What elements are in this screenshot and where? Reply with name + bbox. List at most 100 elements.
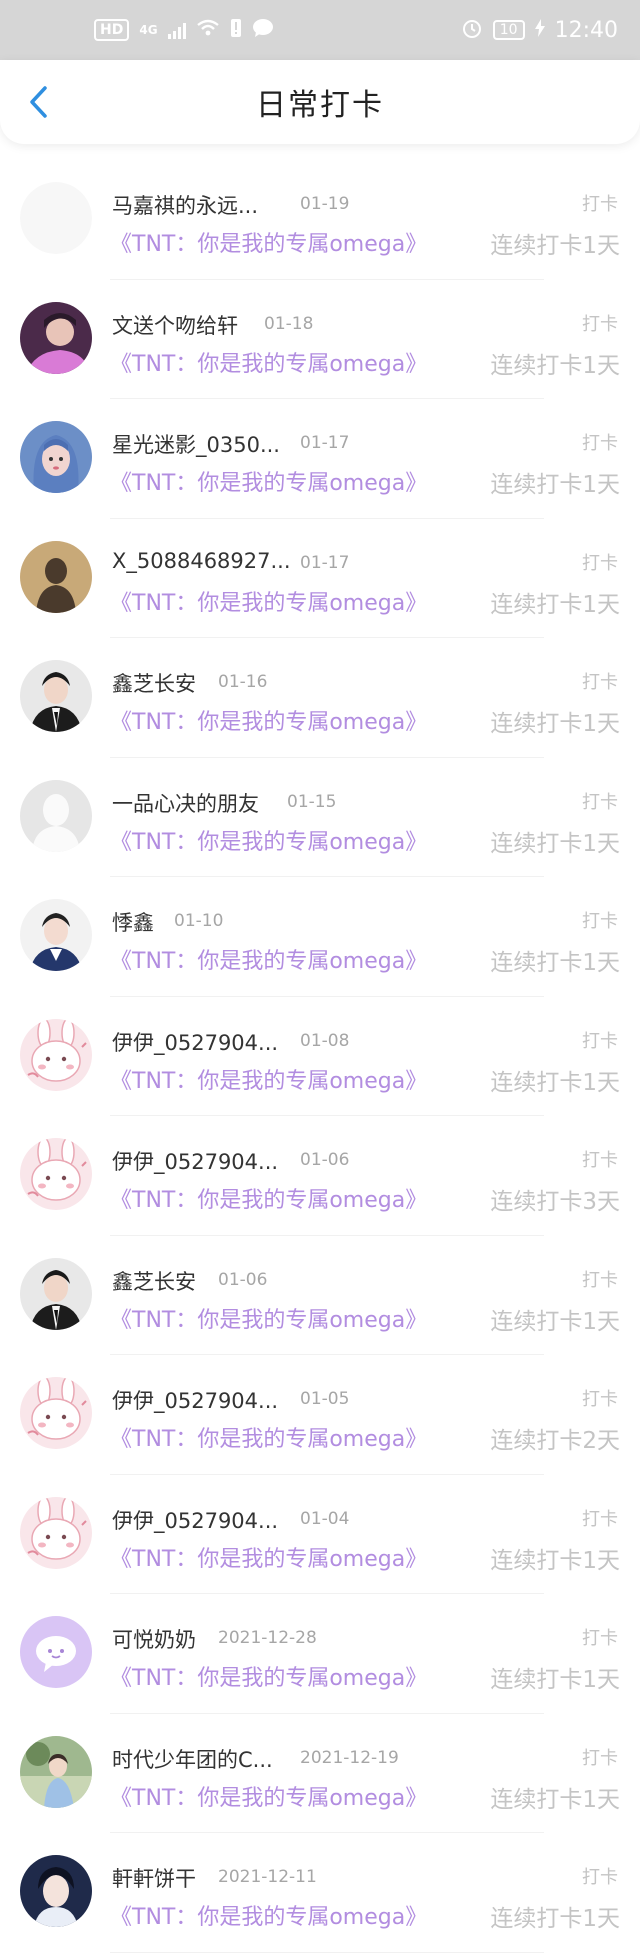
- checkin-type: 打卡: [582, 1628, 618, 1649]
- avatar[interactable]: [20, 1616, 92, 1688]
- network-type: 4G: [139, 23, 158, 37]
- avatar[interactable]: [20, 1735, 92, 1808]
- streak-count: 连续打卡1天: [490, 1906, 620, 1932]
- checkin-date: 01-06: [218, 1269, 268, 1290]
- nav-header: 日常打卡: [0, 60, 640, 144]
- checkin-date: 01-06: [300, 1150, 350, 1170]
- streak-count: 连续打卡1天: [490, 1786, 620, 1813]
- checkin-date: 2021-12-28: [218, 1628, 317, 1648]
- chat-icon: [252, 18, 274, 43]
- book-title[interactable]: 《TNT：你是我的专属omega》: [110, 226, 427, 258]
- avatar[interactable]: [20, 899, 92, 971]
- streak-count: 连续打卡2天: [490, 1428, 620, 1454]
- checkin-date: 2021-12-11: [218, 1867, 317, 1887]
- checkin-type: 打卡: [582, 672, 618, 693]
- book-title[interactable]: 《TNT：你是我的专属omega》: [110, 824, 427, 856]
- alarm-icon: [461, 17, 483, 44]
- list-item[interactable]: 文送个吻给轩 01-18 《TNT：你是我的专属omega》 打卡 连续打卡1天: [0, 280, 640, 400]
- avatar[interactable]: [20, 1377, 92, 1449]
- checkin-type: 打卡: [582, 911, 618, 932]
- avatar[interactable]: [20, 1257, 92, 1330]
- streak-count: 连续打卡1天: [490, 1308, 620, 1335]
- streak-count: 连续打卡1天: [490, 830, 620, 857]
- avatar[interactable]: [20, 1018, 92, 1091]
- page-title: 日常打卡: [256, 88, 384, 123]
- list-item[interactable]: 伊伊_0527904... 01-04 《TNT：你是我的专属omega》 打卡连续打…: [0, 1475, 640, 1595]
- user-name: 軒軒饼干: [112, 1867, 196, 1891]
- checkin-date: 01-18: [264, 313, 314, 334]
- list-item[interactable]: 鑫芝长安 01-06 《TNT：你是我的专属omega》 打卡连续打卡1天: [0, 1236, 640, 1356]
- book-title[interactable]: 《TNT：你是我的专属omega》: [110, 1780, 427, 1812]
- streak-count: 连续打卡1天: [490, 1547, 620, 1574]
- list-item[interactable]: 伊伊_0527904... 01-06 《TNT：你是我的专属omega》 打卡 连续打…: [0, 1116, 640, 1236]
- streak-count: 连续打卡1天: [490, 591, 620, 618]
- book-title[interactable]: 《TNT：你是我的专属omega》: [110, 943, 427, 975]
- avatar[interactable]: [20, 1496, 92, 1569]
- user-name: 星光迷影_0350...: [112, 433, 280, 457]
- checkin-type: 打卡: [582, 791, 618, 813]
- checkin-type: 打卡: [582, 433, 618, 454]
- book-title[interactable]: 《TNT：你是我的专属omega》: [110, 1182, 427, 1214]
- charging-icon: [534, 18, 545, 42]
- list-item[interactable]: 悸鑫 01-10 《TNT：你是我的专属omega》 打卡 连续打卡1天: [0, 877, 640, 997]
- checkin-type: 打卡: [582, 1867, 618, 1888]
- list-item[interactable]: 时代少年团的C... 2021-12-19 《TNT：你是我的专属omega》 打卡连…: [0, 1714, 640, 1834]
- book-title[interactable]: 《TNT：你是我的专属omega》: [110, 346, 427, 378]
- streak-count: 连续打卡3天: [490, 1189, 620, 1215]
- user-name: 鑫芝长安: [112, 1269, 196, 1294]
- book-title[interactable]: 《TNT：你是我的专属omega》: [110, 1063, 427, 1095]
- list-item[interactable]: X_5088468927... 01-17 《TNT：你是我的专属omega》 打卡连…: [0, 519, 640, 639]
- checkin-list: 马嘉祺的永远... 01-19 《TNT：你是我的专属omega》 打卡 连续打卡1天文…: [0, 160, 640, 1953]
- checkin-type: 打卡: [582, 313, 618, 335]
- avatar[interactable]: [20, 660, 92, 732]
- book-title[interactable]: 《TNT：你是我的专属omega》: [110, 1541, 427, 1573]
- book-title[interactable]: 《TNT：你是我的专属omega》: [110, 585, 427, 617]
- list-item[interactable]: 可悦奶奶 2021-12-28 《TNT：你是我的专属omega》 打卡 连续打卡1天: [0, 1594, 640, 1714]
- book-title[interactable]: 《TNT：你是我的专属omega》: [110, 1421, 427, 1453]
- checkin-date: 01-16: [218, 672, 268, 692]
- avatar[interactable]: [20, 1138, 92, 1210]
- battery-level: 10: [499, 22, 518, 38]
- avatar[interactable]: [20, 1855, 92, 1927]
- streak-count: 连续打卡1天: [490, 950, 620, 976]
- book-title[interactable]: 《TNT：你是我的专属omega》: [110, 465, 427, 497]
- avatar[interactable]: [20, 301, 92, 374]
- alert-icon: [230, 18, 242, 43]
- list-item[interactable]: 軒軒饼干 2021-12-11 《TNT：你是我的专属omega》 打卡连续打卡1天: [0, 1833, 640, 1953]
- checkin-type: 打卡: [582, 194, 618, 215]
- user-name: 伊伊_0527904...: [112, 1389, 279, 1413]
- user-name: X_5088468927...: [112, 548, 291, 573]
- user-name: 马嘉祺的永远...: [112, 194, 259, 218]
- checkin-type: 打卡: [582, 1508, 618, 1530]
- avatar[interactable]: [20, 421, 92, 493]
- user-name: 伊伊_0527904...: [112, 1508, 279, 1533]
- checkin-date: 01-10: [174, 911, 224, 931]
- book-title[interactable]: 《TNT：你是我的专属omega》: [110, 704, 427, 736]
- avatar[interactable]: [20, 182, 92, 254]
- user-name: 时代少年团的C...: [112, 1747, 273, 1772]
- book-title[interactable]: 《TNT：你是我的专属omega》: [110, 1899, 427, 1931]
- checkin-date: 01-17: [300, 433, 350, 453]
- hd-indicator: HD: [94, 19, 130, 41]
- list-item[interactable]: 一品心决的朋友 01-15 《TNT：你是我的专属omega》 打卡 连续打卡1天: [0, 758, 640, 878]
- battery-icon: 10: [492, 20, 525, 40]
- checkin-date: 01-17: [300, 552, 350, 573]
- back-button[interactable]: [18, 82, 58, 122]
- list-item[interactable]: 星光迷影_0350... 01-17 《TNT：你是我的专属omega》 打卡 连续打卡…: [0, 399, 640, 519]
- list-item[interactable]: 马嘉祺的永远... 01-19 《TNT：你是我的专属omega》 打卡 连续打卡1天: [0, 160, 640, 280]
- checkin-type: 打卡: [582, 1269, 618, 1291]
- list-item[interactable]: 伊伊_0527904... 01-05 《TNT：你是我的专属omega》 打卡 连续打…: [0, 1355, 640, 1475]
- checkin-date: 01-08: [300, 1030, 350, 1051]
- checkin-date: 01-15: [287, 791, 337, 812]
- book-title[interactable]: 《TNT：你是我的专属omega》: [110, 1302, 427, 1334]
- chevron-left-icon: [30, 86, 47, 118]
- checkin-date: 01-05: [300, 1389, 350, 1409]
- clock: 12:40: [554, 17, 618, 43]
- user-name: 可悦奶奶: [112, 1628, 196, 1652]
- avatar[interactable]: [20, 540, 92, 613]
- list-item[interactable]: 伊伊_0527904... 01-08 《TNT：你是我的专属omega》 打卡 连续打…: [0, 997, 640, 1117]
- checkin-date: 01-04: [300, 1508, 350, 1529]
- list-item[interactable]: 鑫芝长安 01-16 《TNT：你是我的专属omega》 打卡 连续打卡1天: [0, 638, 640, 758]
- avatar[interactable]: [20, 779, 92, 852]
- book-title[interactable]: 《TNT：你是我的专属omega》: [110, 1660, 427, 1692]
